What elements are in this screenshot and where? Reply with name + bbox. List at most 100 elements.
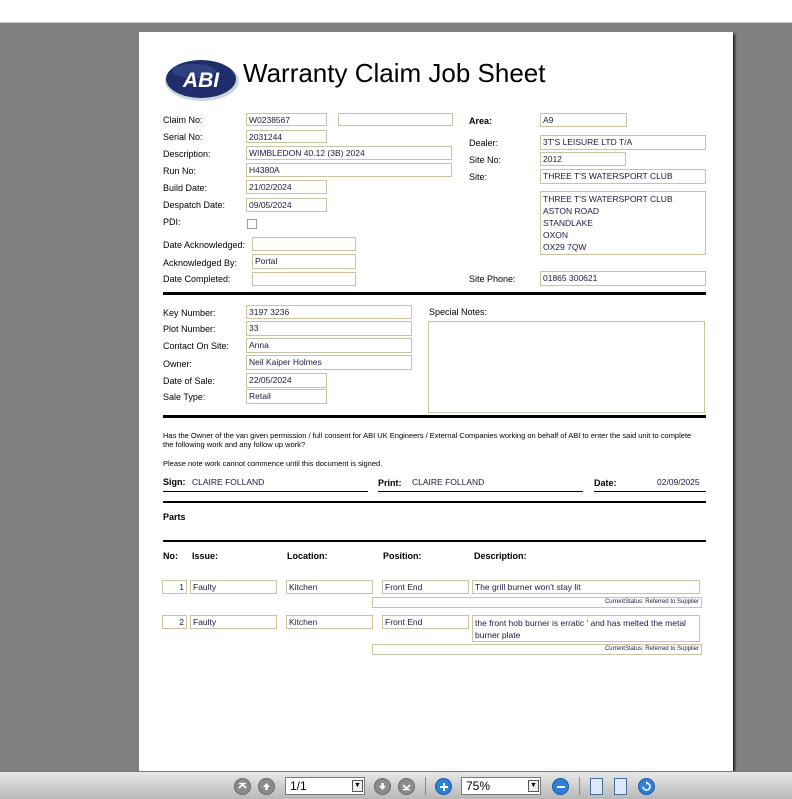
zoom-dropdown-arrow[interactable]: ▼ [528, 780, 539, 792]
part-1-location[interactable]: Kitchen [286, 580, 373, 594]
claim-no-extra-field[interactable] [338, 113, 453, 126]
sign-underline [163, 491, 368, 492]
next-page-button[interactable] [374, 778, 391, 795]
viewer-toolbar: 1/1 ▼ 75% ▼ [0, 771, 792, 799]
claim-no-label: Claim No: [163, 115, 203, 125]
document-page: ABI Warranty Claim Job Sheet Claim No: W… [139, 32, 733, 777]
site-label: Site: [469, 172, 488, 182]
key-number-field[interactable]: 3197 3236 [246, 305, 412, 319]
pdi-label: PDI: [163, 217, 181, 227]
print-underline [378, 491, 583, 492]
part-2-position[interactable]: Front End [382, 615, 469, 629]
arrow-up-icon [263, 783, 270, 790]
plus-icon [439, 782, 448, 791]
date-label: Date: [594, 478, 617, 488]
zoom-out-button[interactable] [552, 778, 569, 795]
parts-heading: Parts [163, 512, 186, 522]
col-issue: Issue: [192, 551, 219, 561]
site-field[interactable]: THREE T'S WATERSPORT CLUB [540, 169, 706, 184]
toolbar-separator [425, 777, 426, 795]
minus-icon [556, 785, 565, 788]
section-divider-2 [163, 415, 706, 418]
fit-width-icon[interactable] [590, 778, 603, 795]
claim-no-field[interactable]: W0238567 [246, 113, 327, 126]
part-1-description[interactable]: The grill burner won't stay lit [472, 580, 700, 594]
page-number-input[interactable]: 1/1 ▼ [285, 777, 365, 795]
sign-value[interactable]: CLAIRE FOLLAND [192, 477, 264, 488]
page-title: Warranty Claim Job Sheet [243, 58, 546, 88]
col-no: No: [163, 551, 178, 561]
acknowledged-by-field[interactable]: Portal [252, 254, 356, 269]
section-divider-4 [163, 540, 706, 542]
description-field[interactable]: WIMBLEDON 40.12 (3B) 2024 [246, 146, 452, 160]
contact-on-site-field[interactable]: Anna [246, 338, 412, 353]
build-date-label: Build Date: [163, 183, 208, 193]
toolbar-separator-2 [579, 777, 580, 795]
last-page-icon [402, 784, 411, 791]
dealer-field[interactable]: 3T'S LEISURE LTD T/A [540, 135, 706, 150]
sign-label: Sign: [163, 477, 186, 487]
last-page-button[interactable] [398, 778, 415, 795]
date-of-sale-field[interactable]: 22/05/2024 [246, 373, 327, 388]
part-2-no: 2 [162, 615, 187, 629]
dealer-label: Dealer: [469, 138, 499, 148]
date-value[interactable]: 02/09/2025 [657, 477, 700, 488]
site-no-field[interactable]: 2012 [540, 152, 626, 166]
date-completed-field[interactable] [252, 272, 356, 286]
section-divider-3 [163, 501, 706, 503]
page-dropdown-arrow[interactable]: ▼ [352, 780, 363, 792]
part-2-description[interactable]: the front hob burner is erratic ' and ha… [472, 615, 700, 642]
part-1-no: 1 [162, 580, 187, 594]
site-phone-field[interactable]: 01865 300621 [540, 271, 706, 286]
zoom-in-button[interactable] [435, 778, 452, 795]
viewer-top-bar [0, 0, 792, 23]
special-notes-label: Special Notes: [429, 307, 488, 317]
part-1-status: CurrentStatus: Referred to Supplier [372, 597, 702, 608]
part-2-location[interactable]: Kitchen [286, 615, 373, 629]
part-2-status: CurrentStatus: Referred to Supplier [372, 644, 702, 655]
part-1-position[interactable]: Front End [382, 580, 469, 594]
special-notes-field[interactable] [428, 321, 705, 413]
arrow-down-icon [379, 783, 386, 790]
site-address-field[interactable]: THREE T'S WATERSPORT CLUB ASTON ROAD STA… [540, 191, 706, 255]
run-no-field[interactable]: H4380A [246, 163, 452, 177]
consent-note: Please note work cannot commence until t… [163, 459, 383, 468]
section-divider-1 [163, 292, 706, 295]
pdi-checkbox[interactable] [247, 219, 257, 229]
previous-page-button[interactable] [258, 778, 275, 795]
part-2-issue[interactable]: Faulty [190, 615, 277, 629]
part-1-issue[interactable]: Faulty [190, 580, 277, 594]
col-location: Location: [287, 551, 328, 561]
build-date-field[interactable]: 21/02/2024 [246, 180, 327, 194]
sale-type-field[interactable]: Retail [246, 389, 327, 404]
abi-logo: ABI [165, 60, 239, 101]
plot-number-label: Plot Number: [163, 324, 216, 334]
col-position: Position: [383, 551, 422, 561]
despatch-date-label: Despatch Date: [163, 200, 226, 210]
date-acknowledged-field[interactable] [252, 237, 356, 251]
site-no-label: Site No: [469, 155, 502, 165]
date-underline [594, 491, 706, 492]
sale-type-label: Sale Type: [163, 392, 206, 402]
serial-no-field[interactable]: 2031244 [246, 130, 327, 143]
area-label: Area: [469, 116, 493, 126]
area-field[interactable]: A9 [540, 113, 627, 127]
fit-page-icon[interactable] [614, 778, 627, 795]
rotate-button[interactable] [638, 778, 655, 795]
consent-text: Has the Owner of the van given permissio… [163, 431, 692, 449]
zoom-level-select[interactable]: 75% ▼ [461, 777, 541, 795]
page-number-value: 1/1 [290, 779, 307, 793]
first-page-icon [238, 782, 247, 789]
plot-number-field[interactable]: 33 [246, 321, 412, 336]
first-page-button[interactable] [234, 778, 251, 795]
acknowledged-by-label: Acknowledged By: [163, 258, 238, 268]
serial-no-label: Serial No: [163, 132, 203, 142]
owner-field[interactable]: Neil Kaiper Holmes [246, 355, 412, 370]
print-value[interactable]: CLAIRE FOLLAND [412, 477, 484, 488]
rotate-icon [642, 781, 651, 791]
despatch-date-field[interactable]: 09/05/2024 [246, 198, 327, 212]
date-of-sale-label: Date of Sale: [163, 376, 216, 386]
site-phone-label: Site Phone: [469, 274, 516, 284]
logo-text: ABI [182, 69, 220, 92]
zoom-level-value: 75% [466, 779, 491, 793]
